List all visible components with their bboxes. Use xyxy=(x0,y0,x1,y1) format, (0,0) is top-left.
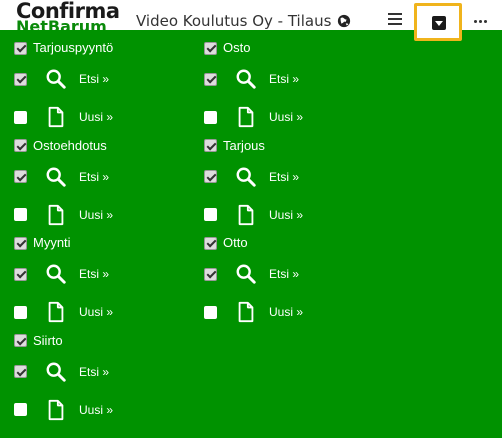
new-document-icon[interactable] xyxy=(45,106,67,128)
new-document-icon[interactable] xyxy=(235,301,257,323)
search-checkbox[interactable] xyxy=(204,170,217,183)
search-row[interactable]: Etsi » xyxy=(14,166,109,188)
search-checkbox[interactable] xyxy=(204,267,217,281)
new-link[interactable]: Uusi » xyxy=(269,207,303,223)
new-row[interactable]: Uusi » xyxy=(204,301,303,323)
document-group-otto: Otto Etsi » Uusi » xyxy=(204,225,394,323)
document-group-tarjous: Tarjous Etsi » Uusi » xyxy=(204,128,394,226)
new-checkbox[interactable] xyxy=(204,305,217,319)
search-row[interactable]: Etsi » xyxy=(14,361,109,383)
search-icon[interactable] xyxy=(235,166,257,188)
new-checkbox[interactable] xyxy=(204,208,217,221)
group-label: Otto xyxy=(223,235,248,250)
group-checkbox[interactable] xyxy=(204,139,217,152)
search-icon[interactable] xyxy=(45,166,67,188)
group-title-row[interactable]: Tarjouspyyntö xyxy=(14,40,113,56)
new-link[interactable]: Uusi » xyxy=(79,207,113,223)
search-checkbox[interactable] xyxy=(14,72,27,86)
search-link[interactable]: Etsi » xyxy=(79,169,109,185)
document-group-tarjouspyyntö: Tarjouspyyntö Etsi » Uusi » xyxy=(14,30,204,128)
page-title: Video Koulutus Oy - Tilaus xyxy=(136,12,332,30)
search-link[interactable]: Etsi » xyxy=(79,71,109,87)
group-title-row[interactable]: Ostoehdotus xyxy=(14,138,107,154)
group-label: Tarjouspyyntö xyxy=(33,40,114,55)
app-logo-subtitle: NetBarum xyxy=(16,19,107,30)
new-checkbox[interactable] xyxy=(14,305,27,319)
new-link[interactable]: Uusi » xyxy=(269,304,303,320)
page-title-group: Video Koulutus Oy - Tilaus xyxy=(136,12,351,30)
new-checkbox[interactable] xyxy=(14,208,27,221)
group-title-row[interactable]: Osto xyxy=(204,40,250,56)
globe-icon[interactable] xyxy=(337,14,351,28)
group-label: Siirto xyxy=(33,332,63,348)
group-checkbox[interactable] xyxy=(14,236,27,250)
caret-down-square-icon xyxy=(432,16,446,30)
group-title-row[interactable]: Myynti xyxy=(14,235,71,251)
search-row[interactable]: Etsi » xyxy=(14,68,109,90)
document-group-myynti: Myynti Etsi » Uusi » xyxy=(14,225,204,323)
search-icon[interactable] xyxy=(235,68,257,90)
search-checkbox[interactable] xyxy=(14,267,27,281)
left-column: Tarjouspyyntö Etsi » Uusi » Ostoehdotus xyxy=(14,30,204,420)
search-row[interactable]: Etsi » xyxy=(204,263,299,285)
new-link[interactable]: Uusi » xyxy=(79,304,113,320)
document-group-osto: Osto Etsi » Uusi » xyxy=(204,30,394,128)
new-link[interactable]: Uusi » xyxy=(79,109,113,125)
group-checkbox[interactable] xyxy=(14,139,27,152)
new-row[interactable]: Uusi » xyxy=(204,106,303,128)
group-label: Tarjous xyxy=(223,137,265,153)
new-checkbox[interactable] xyxy=(204,110,217,124)
more-horizontal-icon[interactable] xyxy=(474,20,487,23)
new-checkbox[interactable] xyxy=(14,403,27,416)
search-link[interactable]: Etsi » xyxy=(269,266,299,282)
search-icon[interactable] xyxy=(45,361,67,383)
new-checkbox[interactable] xyxy=(14,110,27,124)
right-column: Osto Etsi » Uusi » Tarjous Etsi » Uusi »… xyxy=(204,30,394,323)
new-document-icon[interactable] xyxy=(235,204,257,226)
search-checkbox[interactable] xyxy=(14,365,27,378)
new-document-icon[interactable] xyxy=(45,204,67,226)
search-checkbox[interactable] xyxy=(14,170,27,183)
group-label: Ostoehdotus xyxy=(33,137,107,153)
search-link[interactable]: Etsi » xyxy=(79,266,109,282)
new-row[interactable]: Uusi » xyxy=(14,106,113,128)
group-title-row[interactable]: Siirto xyxy=(14,333,63,349)
group-title-row[interactable]: Tarjous xyxy=(204,138,265,154)
group-label: Osto xyxy=(223,40,251,55)
document-group-siirto: Siirto Etsi » Uusi » xyxy=(14,323,204,421)
search-icon[interactable] xyxy=(235,263,257,285)
new-row[interactable]: Uusi » xyxy=(204,204,303,226)
group-title-row[interactable]: Otto xyxy=(204,235,248,251)
new-link[interactable]: Uusi » xyxy=(269,109,303,125)
document-group-ostoehdotus: Ostoehdotus Etsi » Uusi » xyxy=(14,128,204,226)
hamburger-icon[interactable] xyxy=(388,13,402,27)
group-checkbox[interactable] xyxy=(204,236,217,250)
new-document-icon[interactable] xyxy=(235,106,257,128)
group-checkbox[interactable] xyxy=(204,41,217,55)
search-icon[interactable] xyxy=(45,263,67,285)
new-row[interactable]: Uusi » xyxy=(14,399,113,421)
search-row[interactable]: Etsi » xyxy=(14,263,109,285)
quick-menu-dropdown-button[interactable] xyxy=(414,3,462,41)
group-label: Myynti xyxy=(33,235,71,250)
search-link[interactable]: Etsi » xyxy=(79,364,109,380)
search-link[interactable]: Etsi » xyxy=(269,71,299,87)
new-link[interactable]: Uusi » xyxy=(79,402,113,418)
search-checkbox[interactable] xyxy=(204,72,217,86)
quick-menu-panel: Tarjouspyyntö Etsi » Uusi » Ostoehdotus xyxy=(0,30,502,438)
search-link[interactable]: Etsi » xyxy=(269,169,299,185)
new-row[interactable]: Uusi » xyxy=(14,301,113,323)
group-checkbox[interactable] xyxy=(14,41,27,55)
new-document-icon[interactable] xyxy=(45,399,67,421)
group-checkbox[interactable] xyxy=(14,334,27,347)
new-document-icon[interactable] xyxy=(45,301,67,323)
new-row[interactable]: Uusi » xyxy=(14,204,113,226)
search-row[interactable]: Etsi » xyxy=(204,166,299,188)
search-row[interactable]: Etsi » xyxy=(204,68,299,90)
search-icon[interactable] xyxy=(45,68,67,90)
